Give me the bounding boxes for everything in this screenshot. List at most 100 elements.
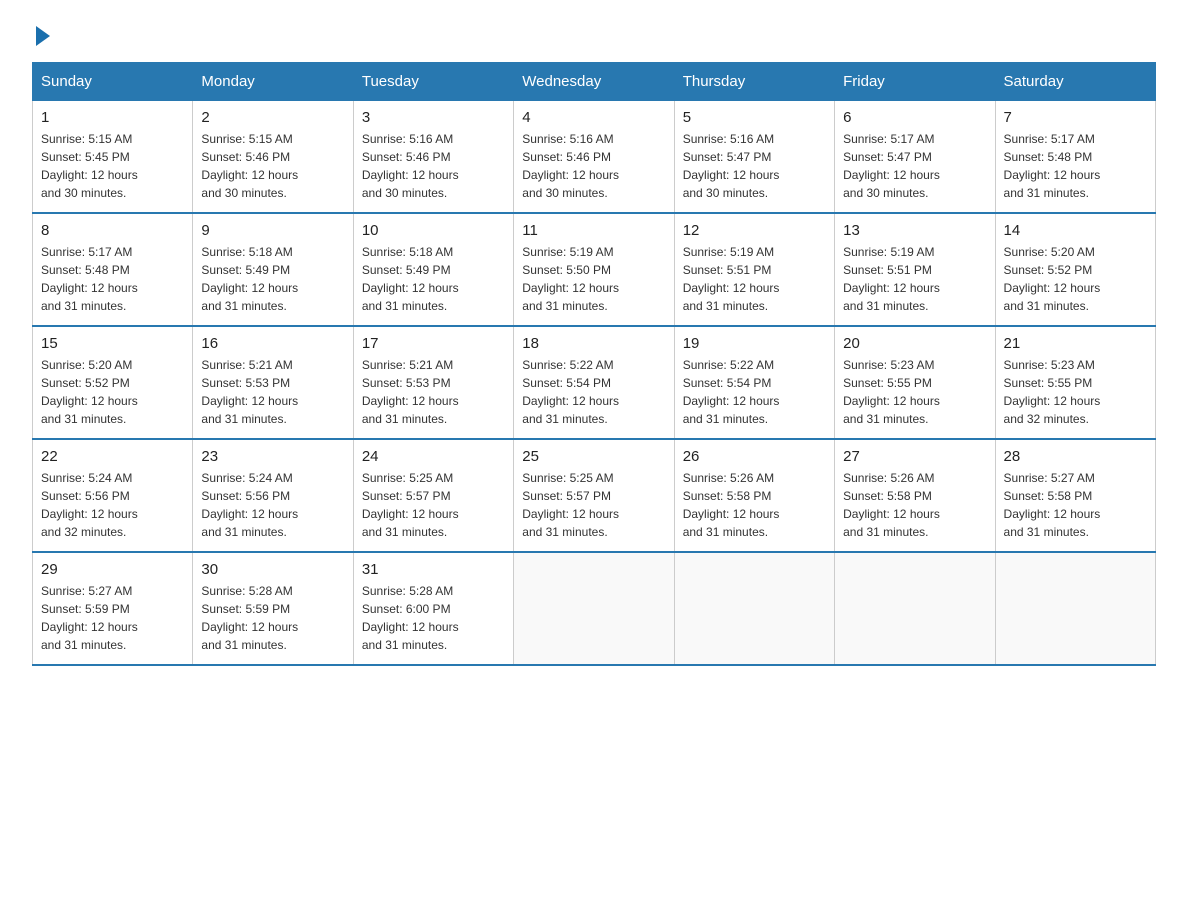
day-info: Sunrise: 5:25 AM Sunset: 5:57 PM Dayligh… — [362, 469, 505, 541]
day-info: Sunrise: 5:17 AM Sunset: 5:48 PM Dayligh… — [41, 243, 184, 315]
day-info: Sunrise: 5:18 AM Sunset: 5:49 PM Dayligh… — [362, 243, 505, 315]
day-number: 11 — [522, 222, 665, 239]
day-number: 12 — [683, 222, 826, 239]
calendar-header: SundayMondayTuesdayWednesdayThursdayFrid… — [33, 63, 1156, 101]
day-info: Sunrise: 5:21 AM Sunset: 5:53 PM Dayligh… — [201, 356, 344, 428]
day-info: Sunrise: 5:22 AM Sunset: 5:54 PM Dayligh… — [683, 356, 826, 428]
calendar-cell: 29 Sunrise: 5:27 AM Sunset: 5:59 PM Dayl… — [33, 552, 193, 665]
day-info: Sunrise: 5:19 AM Sunset: 5:50 PM Dayligh… — [522, 243, 665, 315]
day-number: 8 — [41, 222, 184, 239]
day-number: 27 — [843, 448, 986, 465]
calendar-cell: 1 Sunrise: 5:15 AM Sunset: 5:45 PM Dayli… — [33, 101, 193, 214]
day-number: 3 — [362, 109, 505, 126]
day-number: 14 — [1004, 222, 1147, 239]
day-info: Sunrise: 5:19 AM Sunset: 5:51 PM Dayligh… — [683, 243, 826, 315]
day-info: Sunrise: 5:20 AM Sunset: 5:52 PM Dayligh… — [41, 356, 184, 428]
calendar-cell: 25 Sunrise: 5:25 AM Sunset: 5:57 PM Dayl… — [514, 439, 674, 552]
calendar-cell: 5 Sunrise: 5:16 AM Sunset: 5:47 PM Dayli… — [674, 101, 834, 214]
calendar-cell: 10 Sunrise: 5:18 AM Sunset: 5:49 PM Dayl… — [353, 213, 513, 326]
calendar-week-5: 29 Sunrise: 5:27 AM Sunset: 5:59 PM Dayl… — [33, 552, 1156, 665]
day-info: Sunrise: 5:21 AM Sunset: 5:53 PM Dayligh… — [362, 356, 505, 428]
day-number: 17 — [362, 335, 505, 352]
calendar-cell — [835, 552, 995, 665]
day-number: 9 — [201, 222, 344, 239]
calendar-week-4: 22 Sunrise: 5:24 AM Sunset: 5:56 PM Dayl… — [33, 439, 1156, 552]
day-info: Sunrise: 5:15 AM Sunset: 5:45 PM Dayligh… — [41, 130, 184, 202]
calendar-cell: 19 Sunrise: 5:22 AM Sunset: 5:54 PM Dayl… — [674, 326, 834, 439]
calendar-cell: 9 Sunrise: 5:18 AM Sunset: 5:49 PM Dayli… — [193, 213, 353, 326]
calendar-cell — [995, 552, 1155, 665]
day-info: Sunrise: 5:27 AM Sunset: 5:58 PM Dayligh… — [1004, 469, 1147, 541]
day-info: Sunrise: 5:19 AM Sunset: 5:51 PM Dayligh… — [843, 243, 986, 315]
calendar-week-3: 15 Sunrise: 5:20 AM Sunset: 5:52 PM Dayl… — [33, 326, 1156, 439]
calendar-cell: 23 Sunrise: 5:24 AM Sunset: 5:56 PM Dayl… — [193, 439, 353, 552]
day-number: 23 — [201, 448, 344, 465]
weekday-header-friday: Friday — [835, 63, 995, 101]
calendar-cell: 26 Sunrise: 5:26 AM Sunset: 5:58 PM Dayl… — [674, 439, 834, 552]
weekday-header-thursday: Thursday — [674, 63, 834, 101]
weekday-header-sunday: Sunday — [33, 63, 193, 101]
day-info: Sunrise: 5:16 AM Sunset: 5:46 PM Dayligh… — [522, 130, 665, 202]
calendar-cell: 2 Sunrise: 5:15 AM Sunset: 5:46 PM Dayli… — [193, 101, 353, 214]
calendar-cell: 22 Sunrise: 5:24 AM Sunset: 5:56 PM Dayl… — [33, 439, 193, 552]
day-info: Sunrise: 5:24 AM Sunset: 5:56 PM Dayligh… — [41, 469, 184, 541]
calendar-cell: 21 Sunrise: 5:23 AM Sunset: 5:55 PM Dayl… — [995, 326, 1155, 439]
day-number: 24 — [362, 448, 505, 465]
calendar-cell — [514, 552, 674, 665]
calendar-cell: 24 Sunrise: 5:25 AM Sunset: 5:57 PM Dayl… — [353, 439, 513, 552]
weekday-header-saturday: Saturday — [995, 63, 1155, 101]
day-number: 6 — [843, 109, 986, 126]
calendar-week-2: 8 Sunrise: 5:17 AM Sunset: 5:48 PM Dayli… — [33, 213, 1156, 326]
calendar-body: 1 Sunrise: 5:15 AM Sunset: 5:45 PM Dayli… — [33, 101, 1156, 666]
day-info: Sunrise: 5:16 AM Sunset: 5:47 PM Dayligh… — [683, 130, 826, 202]
calendar-cell: 7 Sunrise: 5:17 AM Sunset: 5:48 PM Dayli… — [995, 101, 1155, 214]
calendar-cell: 14 Sunrise: 5:20 AM Sunset: 5:52 PM Dayl… — [995, 213, 1155, 326]
day-number: 7 — [1004, 109, 1147, 126]
day-number: 21 — [1004, 335, 1147, 352]
day-number: 15 — [41, 335, 184, 352]
weekday-header-tuesday: Tuesday — [353, 63, 513, 101]
calendar-cell: 3 Sunrise: 5:16 AM Sunset: 5:46 PM Dayli… — [353, 101, 513, 214]
calendar-cell: 28 Sunrise: 5:27 AM Sunset: 5:58 PM Dayl… — [995, 439, 1155, 552]
day-number: 18 — [522, 335, 665, 352]
calendar-cell: 12 Sunrise: 5:19 AM Sunset: 5:51 PM Dayl… — [674, 213, 834, 326]
day-number: 2 — [201, 109, 344, 126]
day-number: 20 — [843, 335, 986, 352]
calendar-cell: 16 Sunrise: 5:21 AM Sunset: 5:53 PM Dayl… — [193, 326, 353, 439]
day-info: Sunrise: 5:27 AM Sunset: 5:59 PM Dayligh… — [41, 582, 184, 654]
day-info: Sunrise: 5:28 AM Sunset: 6:00 PM Dayligh… — [362, 582, 505, 654]
calendar-cell: 11 Sunrise: 5:19 AM Sunset: 5:50 PM Dayl… — [514, 213, 674, 326]
page-header — [32, 24, 1156, 42]
day-number: 30 — [201, 561, 344, 578]
day-info: Sunrise: 5:17 AM Sunset: 5:48 PM Dayligh… — [1004, 130, 1147, 202]
logo-arrow-icon — [36, 26, 50, 46]
day-info: Sunrise: 5:23 AM Sunset: 5:55 PM Dayligh… — [1004, 356, 1147, 428]
day-number: 25 — [522, 448, 665, 465]
calendar-cell: 15 Sunrise: 5:20 AM Sunset: 5:52 PM Dayl… — [33, 326, 193, 439]
calendar-cell: 17 Sunrise: 5:21 AM Sunset: 5:53 PM Dayl… — [353, 326, 513, 439]
day-number: 10 — [362, 222, 505, 239]
day-info: Sunrise: 5:24 AM Sunset: 5:56 PM Dayligh… — [201, 469, 344, 541]
calendar-table: SundayMondayTuesdayWednesdayThursdayFrid… — [32, 62, 1156, 666]
day-number: 1 — [41, 109, 184, 126]
day-info: Sunrise: 5:25 AM Sunset: 5:57 PM Dayligh… — [522, 469, 665, 541]
calendar-cell: 27 Sunrise: 5:26 AM Sunset: 5:58 PM Dayl… — [835, 439, 995, 552]
calendar-cell: 30 Sunrise: 5:28 AM Sunset: 5:59 PM Dayl… — [193, 552, 353, 665]
calendar-cell: 31 Sunrise: 5:28 AM Sunset: 6:00 PM Dayl… — [353, 552, 513, 665]
calendar-week-1: 1 Sunrise: 5:15 AM Sunset: 5:45 PM Dayli… — [33, 101, 1156, 214]
day-number: 13 — [843, 222, 986, 239]
day-info: Sunrise: 5:22 AM Sunset: 5:54 PM Dayligh… — [522, 356, 665, 428]
logo — [32, 24, 50, 42]
day-number: 5 — [683, 109, 826, 126]
day-info: Sunrise: 5:20 AM Sunset: 5:52 PM Dayligh… — [1004, 243, 1147, 315]
day-number: 28 — [1004, 448, 1147, 465]
calendar-cell — [674, 552, 834, 665]
calendar-cell: 13 Sunrise: 5:19 AM Sunset: 5:51 PM Dayl… — [835, 213, 995, 326]
day-number: 29 — [41, 561, 184, 578]
day-info: Sunrise: 5:28 AM Sunset: 5:59 PM Dayligh… — [201, 582, 344, 654]
weekday-header-monday: Monday — [193, 63, 353, 101]
day-info: Sunrise: 5:16 AM Sunset: 5:46 PM Dayligh… — [362, 130, 505, 202]
day-number: 16 — [201, 335, 344, 352]
day-info: Sunrise: 5:23 AM Sunset: 5:55 PM Dayligh… — [843, 356, 986, 428]
day-info: Sunrise: 5:26 AM Sunset: 5:58 PM Dayligh… — [683, 469, 826, 541]
